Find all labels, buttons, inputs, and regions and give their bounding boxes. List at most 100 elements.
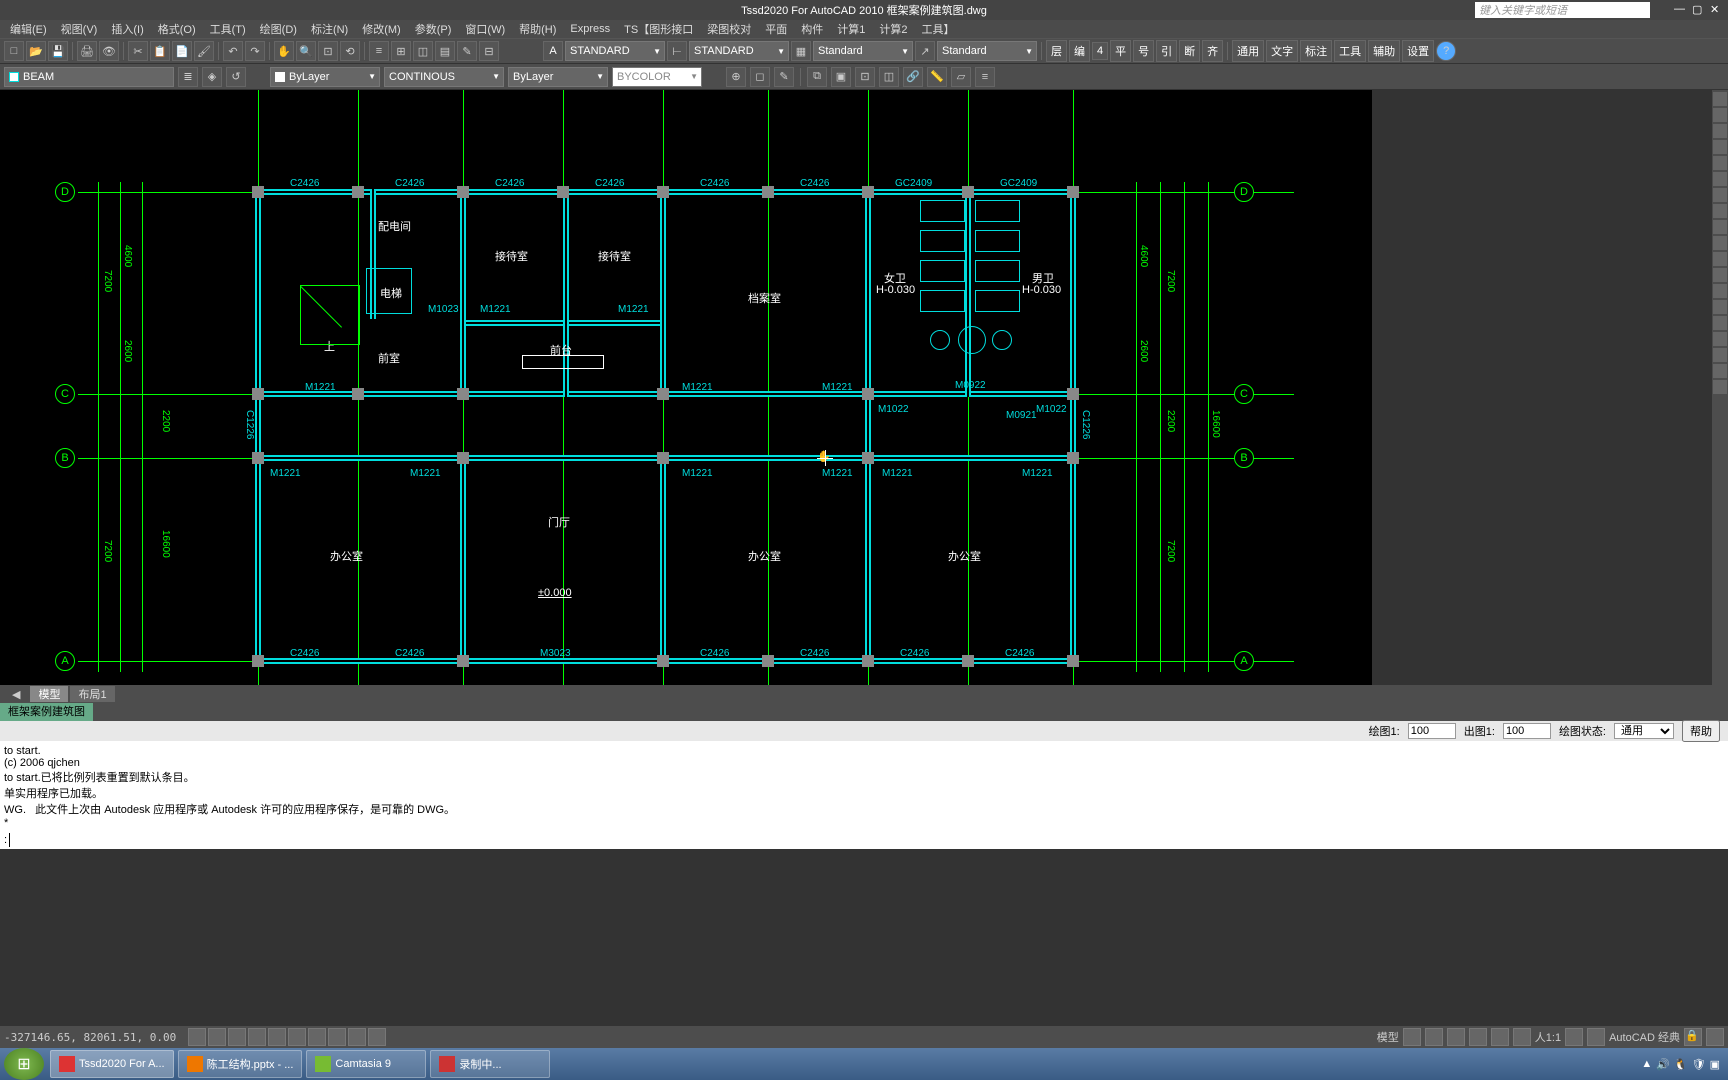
layer-btn[interactable]: 层 (1046, 40, 1067, 62)
annoscale-display[interactable]: 人1:1 (1535, 1029, 1561, 1045)
num-btn[interactable]: 4 (1092, 42, 1108, 60)
dim-btn[interactable]: 标注 (1300, 40, 1332, 62)
save-icon[interactable]: 💾 (48, 41, 68, 61)
zoom-icon[interactable]: 🔍 (296, 41, 316, 61)
command-window[interactable]: to start. (c) 2006 qjchen to start.已将比例列… (0, 741, 1728, 831)
menu-tools[interactable]: 工具(T) (204, 21, 252, 37)
start-button[interactable]: ⊞ (4, 1048, 44, 1080)
scale1-input[interactable] (1408, 723, 1456, 739)
undo-icon[interactable]: ↶ (223, 41, 243, 61)
dim-style-dropdown[interactable]: STANDARD (689, 41, 789, 61)
hyperlink-icon[interactable]: 🔗 (903, 67, 923, 87)
menu-edit[interactable]: 编辑(E) (4, 21, 53, 37)
fillet-tool-icon[interactable] (1713, 364, 1727, 378)
menu-modify[interactable]: 修改(M) (356, 21, 407, 37)
align-btn[interactable]: 齐 (1202, 40, 1223, 62)
menu-member[interactable]: 构件 (795, 21, 829, 37)
markup-icon[interactable]: ✎ (457, 41, 477, 61)
menu-draw[interactable]: 绘图(D) (254, 21, 303, 37)
maximize-icon[interactable]: ▢ (1692, 3, 1706, 17)
trim-tool-icon[interactable] (1713, 316, 1727, 330)
close-icon[interactable]: ✕ (1710, 3, 1724, 17)
tool-btn[interactable]: 工具 (1334, 40, 1366, 62)
settings-btn[interactable]: 设置 (1402, 40, 1434, 62)
block-insert-icon[interactable]: ⊕ (726, 67, 746, 87)
layer-dropdown[interactable]: BEAM (4, 67, 174, 87)
tablestyle-icon[interactable]: ▦ (791, 41, 811, 61)
toolpalette-icon[interactable]: ◫ (413, 41, 433, 61)
paste-icon[interactable]: 📄 (172, 41, 192, 61)
system-tray[interactable]: ▲ 🔊 🐧 🛡 ▣ (1633, 1058, 1728, 1071)
dimstyle-icon[interactable]: ⊢ (667, 41, 687, 61)
preview-icon[interactable]: 👁 (99, 41, 119, 61)
autoscale-icon[interactable] (1587, 1028, 1605, 1046)
menu-format[interactable]: 格式(O) (152, 21, 202, 37)
snap-toggle[interactable] (188, 1028, 206, 1046)
lead-btn[interactable]: 引 (1156, 40, 1177, 62)
menu-help[interactable]: 帮助(H) (513, 21, 562, 37)
match-icon[interactable]: 🖌 (194, 41, 214, 61)
menu-param[interactable]: 参数(P) (409, 21, 458, 37)
taskbar-item-autocad[interactable]: Tssd2020 For A... (50, 1050, 174, 1078)
dim-tool-icon[interactable] (1713, 220, 1727, 234)
layer-states-icon[interactable]: ≣ (178, 67, 198, 87)
taskbar-item-recorder[interactable]: 录制中... (430, 1050, 550, 1078)
taskbar-item-powerpoint[interactable]: 陈工结构.pptx - ... (178, 1050, 303, 1078)
id-btn[interactable]: 号 (1133, 40, 1154, 62)
break-btn[interactable]: 断 (1179, 40, 1200, 62)
field-icon[interactable]: ⊡ (855, 67, 875, 87)
pan-icon[interactable]: ✋ (274, 41, 294, 61)
scale-tool-icon[interactable] (1713, 300, 1727, 314)
rotate-tool-icon[interactable] (1713, 268, 1727, 282)
properties-icon[interactable]: ≡ (369, 41, 389, 61)
menu-tool[interactable]: 工具】 (915, 21, 960, 37)
offset-tool-icon[interactable] (1713, 348, 1727, 362)
scale2-input[interactable] (1503, 723, 1551, 739)
menu-express[interactable]: Express (564, 23, 616, 35)
lwt-toggle[interactable] (348, 1028, 366, 1046)
menu-insert[interactable]: 插入(I) (105, 21, 149, 37)
search-input[interactable]: 键入关键字或短语 (1475, 2, 1650, 18)
copy-icon[interactable]: 📋 (150, 41, 170, 61)
designcenter-icon[interactable]: ⊞ (391, 41, 411, 61)
menu-calc2[interactable]: 计算2 (873, 21, 913, 37)
quickcalc-icon[interactable]: ⊟ (479, 41, 499, 61)
mirror-tool-icon[interactable] (1713, 284, 1727, 298)
minimize-icon[interactable]: — (1674, 3, 1688, 17)
linetype-dropdown[interactable]: CONTINOUS (384, 67, 504, 87)
ole-icon[interactable]: ◫ (879, 67, 899, 87)
color-dropdown[interactable]: ByLayer (270, 67, 380, 87)
sheetset-icon[interactable]: ▤ (435, 41, 455, 61)
zoom-window-icon[interactable]: ⊡ (318, 41, 338, 61)
plan-btn[interactable]: 平 (1110, 40, 1131, 62)
ellipse-tool-icon[interactable] (1713, 172, 1727, 186)
text-tool-icon[interactable] (1713, 204, 1727, 218)
layer-prev-icon[interactable]: ↺ (226, 67, 246, 87)
tray-expand-icon[interactable]: ▲ (1641, 1058, 1652, 1070)
annovisibility-icon[interactable] (1565, 1028, 1583, 1046)
cut-icon[interactable]: ✂ (128, 41, 148, 61)
extend-tool-icon[interactable] (1713, 332, 1727, 346)
model-space-label[interactable]: 模型 (1377, 1029, 1399, 1045)
showmotion-icon[interactable] (1513, 1028, 1531, 1046)
hatch-tool-icon[interactable] (1713, 188, 1727, 202)
drawing-canvas[interactable]: C2426 C2426 C2426 C2426 C2426 C2426 GC24… (0, 90, 1372, 685)
ducs-toggle[interactable] (308, 1028, 326, 1046)
command-input-row[interactable]: : (0, 831, 1728, 849)
mleader-icon[interactable]: ↗ (915, 41, 935, 61)
area-icon[interactable]: ▱ (951, 67, 971, 87)
menu-calc1[interactable]: 计算1 (831, 21, 871, 37)
state-dropdown[interactable]: 通用 (1614, 723, 1674, 739)
open-icon[interactable]: 📂 (26, 41, 46, 61)
help-icon[interactable]: ? (1436, 41, 1456, 61)
qp-toggle[interactable] (368, 1028, 386, 1046)
clean-screen-icon[interactable] (1706, 1028, 1724, 1046)
assist-btn[interactable]: 辅助 (1368, 40, 1400, 62)
image-icon[interactable]: ▣ (831, 67, 851, 87)
textstyle-icon[interactable]: A (543, 41, 563, 61)
print-icon[interactable]: 🖨 (77, 41, 97, 61)
measure-icon[interactable]: 📏 (927, 67, 947, 87)
layer-iso-icon[interactable]: ◈ (202, 67, 222, 87)
workspace-lock-icon[interactable]: 🔒 (1684, 1028, 1702, 1046)
move-tool-icon[interactable] (1713, 236, 1727, 250)
